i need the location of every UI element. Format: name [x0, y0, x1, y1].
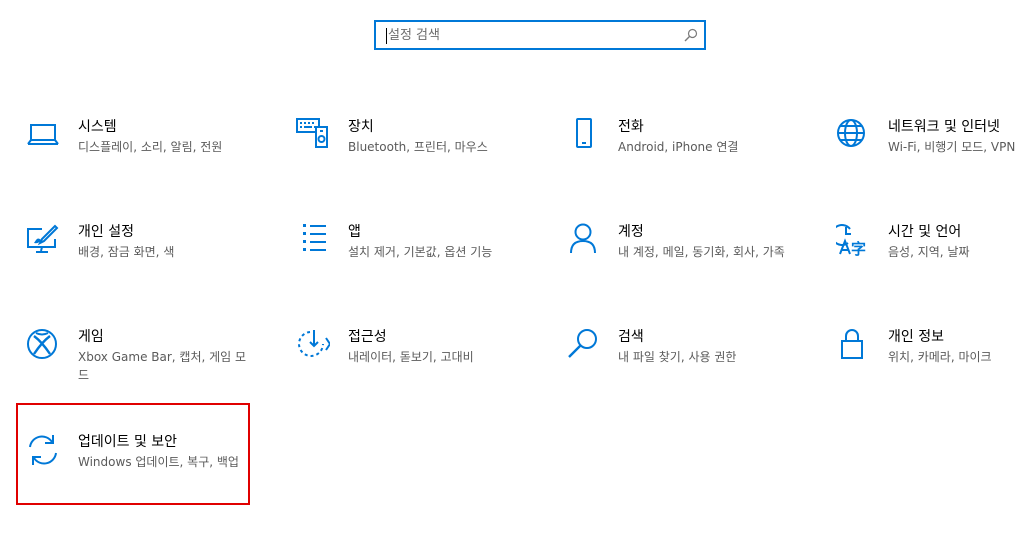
tile-description: Windows 업데이트, 복구, 백업: [78, 455, 239, 469]
tile-system[interactable]: 시스템 디스플레이, 소리, 알림, 전원: [20, 118, 250, 188]
tile-title: 업데이트 및 보안: [78, 434, 178, 450]
tile-title: 네트워크 및 인터넷: [888, 119, 1000, 135]
tile-title: 계정: [618, 224, 644, 240]
settings-home: 시스템 디스플레이, 소리, 알림, 전원 장치 Bluetooth, 프린터,…: [0, 0, 1031, 551]
tile-description: 내 파일 찾기, 사용 권한: [618, 350, 737, 364]
tile-description: 내 계정, 메일, 동기화, 회사, 가족: [618, 245, 785, 259]
tile-devices[interactable]: 장치 Bluetooth, 프린터, 마우스: [290, 118, 520, 188]
paint-screen-icon: [27, 224, 59, 253]
tile-description: 배경, 잠금 화면, 색: [78, 245, 175, 259]
phone-icon: [576, 118, 592, 148]
tile-description: 설치 제거, 기본값, 옵션 기능: [348, 245, 493, 259]
tile-description: 내레이터, 돋보기, 고대비: [348, 350, 474, 364]
tile-time-language[interactable]: 字 시간 및 언어 음성, 지역, 날짜: [830, 223, 1031, 293]
person-icon: [570, 223, 596, 254]
tile-description: Wi-Fi, 비행기 모드, VPN: [888, 140, 1016, 154]
tile-ease-of-access[interactable]: 접근성 내레이터, 돋보기, 고대비: [290, 328, 520, 398]
tile-title: 개인 설정: [78, 224, 134, 240]
tile-update-security[interactable]: 업데이트 및 보안 Windows 업데이트, 복구, 백업: [20, 433, 250, 503]
tile-description: Xbox Game Bar, 캡처, 게임 모드: [78, 350, 247, 382]
tile-title: 개인 정보: [888, 329, 944, 345]
search-icon[interactable]: [684, 28, 698, 42]
tile-description: 음성, 지역, 날짜: [888, 245, 970, 259]
laptop-icon: [27, 124, 59, 145]
keyboard-devices-icon: [296, 118, 328, 148]
search-input[interactable]: [388, 22, 678, 48]
tile-title: 시스템: [78, 119, 117, 135]
tile-title: 검색: [618, 329, 644, 345]
ease-of-access-icon: [298, 330, 330, 357]
tile-description: Bluetooth, 프린터, 마우스: [348, 140, 488, 154]
tile-title: 장치: [348, 119, 374, 135]
globe-icon: [837, 119, 865, 147]
tile-search[interactable]: 검색 내 파일 찾기, 사용 권한: [560, 328, 790, 398]
apps-list-icon: [303, 224, 326, 251]
search-magnifier-icon: [568, 329, 597, 358]
tile-privacy[interactable]: 개인 정보 위치, 카메라, 마이크: [830, 328, 1031, 398]
tile-network[interactable]: 네트워크 및 인터넷 Wi-Fi, 비행기 모드, VPN: [830, 118, 1031, 188]
tile-apps[interactable]: 앱 설치 제거, 기본값, 옵션 기능: [290, 223, 520, 293]
tile-title: 시간 및 언어: [888, 224, 962, 240]
tile-description: 위치, 카메라, 마이크: [888, 350, 992, 364]
tile-description: 디스플레이, 소리, 알림, 전원: [78, 140, 223, 154]
svg-text:字: 字: [851, 240, 866, 257]
time-language-icon: 字: [836, 224, 866, 257]
tile-description: Android, iPhone 연결: [618, 140, 739, 154]
xbox-icon: [27, 329, 57, 359]
tile-personalization[interactable]: 개인 설정 배경, 잠금 화면, 색: [20, 223, 250, 293]
lock-icon: [841, 329, 863, 359]
text-caret: [386, 28, 387, 44]
sync-arrows-icon: [29, 435, 57, 465]
tile-accounts[interactable]: 계정 내 계정, 메일, 동기화, 회사, 가족: [560, 223, 790, 293]
tile-title: 전화: [618, 119, 644, 135]
tile-phone[interactable]: 전화 Android, iPhone 연결: [560, 118, 790, 188]
tile-gaming[interactable]: 게임 Xbox Game Bar, 캡처, 게임 모드: [20, 328, 250, 398]
tile-title: 접근성: [348, 329, 387, 345]
tile-title: 게임: [78, 329, 104, 345]
search-box[interactable]: [374, 20, 706, 50]
tile-title: 앱: [348, 224, 361, 240]
